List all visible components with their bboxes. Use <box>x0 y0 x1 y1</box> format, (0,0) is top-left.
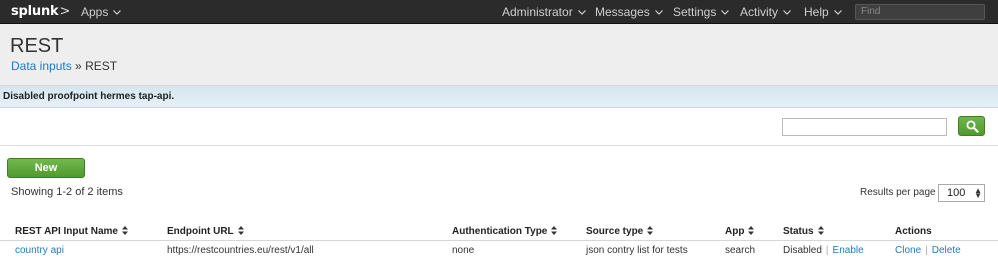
results-per-page-label: Results per page <box>860 187 936 198</box>
endpoint-url-cell: https://restcountries.eu/rest/v1/all <box>167 245 314 256</box>
top-nav-bar: splunk> Apps Administrator Messages Sett… <box>0 0 998 24</box>
column-header-auth-type[interactable]: Authentication Type <box>452 226 558 238</box>
enable-link[interactable]: Enable <box>833 245 864 256</box>
find-input[interactable]: Find <box>855 4 985 20</box>
message-bar: Disabled proofpoint hermes tap-api. <box>0 86 998 108</box>
column-header-endpoint[interactable]: Endpoint URL <box>167 226 244 238</box>
sort-icon <box>237 226 244 235</box>
nav-activity-menu[interactable]: Activity <box>740 0 791 24</box>
filter-row <box>0 108 998 146</box>
page-header: REST Data inputs » REST <box>0 24 998 86</box>
breadcrumb-separator: » <box>75 59 82 73</box>
search-icon <box>966 120 979 133</box>
table-row: country api https://restcountries.eu/res… <box>0 242 998 259</box>
action-separator: | <box>825 245 829 256</box>
nav-settings-label: Settings <box>673 5 717 19</box>
chevron-down-icon <box>721 10 730 15</box>
sort-icon <box>817 226 824 235</box>
table-header: REST API Input Name Endpoint URL Authent… <box>0 224 998 241</box>
chevron-down-icon <box>654 10 663 15</box>
column-header-app[interactable]: App <box>725 226 755 238</box>
new-button[interactable]: New <box>7 158 85 178</box>
nav-settings-menu[interactable]: Settings <box>673 0 730 24</box>
sort-icon <box>647 226 654 235</box>
sort-icon <box>551 226 558 235</box>
input-name-link[interactable]: country api <box>15 245 64 257</box>
message-text: Disabled proofpoint hermes tap-api. <box>3 91 175 102</box>
chevron-down-icon <box>783 10 791 15</box>
chevron-down-icon <box>833 10 842 15</box>
logo-text: splunk <box>11 4 59 19</box>
source-type-cell: json contry list for tests <box>586 245 688 256</box>
column-header-label: Status <box>783 226 814 237</box>
nav-administrator-label: Administrator <box>502 5 573 19</box>
app-cell: search <box>725 245 756 256</box>
status-text: Disabled <box>783 245 822 256</box>
nav-messages-label: Messages <box>595 5 650 19</box>
column-header-label: Authentication Type <box>452 226 548 237</box>
logo-chevron: > <box>59 4 71 19</box>
nav-messages-menu[interactable]: Messages <box>595 0 663 24</box>
page-title: REST <box>10 35 64 57</box>
column-header-label: REST API Input Name <box>15 226 118 237</box>
search-button[interactable] <box>958 116 985 136</box>
breadcrumb: Data inputs » REST <box>11 59 117 73</box>
delete-link[interactable]: Delete <box>932 245 961 256</box>
select-caret-icon: ▲ ▼ <box>974 186 982 200</box>
nav-help-label: Help <box>804 5 829 19</box>
column-header-source-type[interactable]: Source type <box>586 226 654 238</box>
action-separator: | <box>925 245 928 256</box>
status-cell: Disabled | Enable <box>783 245 864 257</box>
column-header-label: Endpoint URL <box>167 226 234 237</box>
nav-administrator-menu[interactable]: Administrator <box>502 0 586 24</box>
column-header-label: Source type <box>586 226 644 237</box>
nav-apps-label: Apps <box>81 5 109 19</box>
column-header-name[interactable]: REST API Input Name <box>15 226 128 238</box>
clone-link[interactable]: Clone <box>895 245 921 256</box>
sort-icon <box>121 226 128 235</box>
column-header-status[interactable]: Status <box>783 226 824 238</box>
breadcrumb-data-inputs-link[interactable]: Data inputs <box>11 59 72 73</box>
results-per-page-select[interactable]: 100 ▲ ▼ <box>938 184 985 202</box>
item-count-text: Showing 1-2 of 2 items <box>11 186 123 198</box>
nav-help-menu[interactable]: Help <box>804 0 842 24</box>
breadcrumb-current: REST <box>85 59 118 73</box>
column-header-actions: Actions <box>895 226 932 237</box>
auth-type-cell: none <box>452 245 475 256</box>
chevron-down-icon <box>113 10 122 15</box>
chevron-down-icon <box>577 10 586 15</box>
splunk-logo[interactable]: splunk> <box>11 3 70 21</box>
nav-apps-menu[interactable]: Apps <box>81 0 122 24</box>
actions-cell: Clone | Delete <box>895 245 961 257</box>
results-per-page-value: 100 <box>947 187 966 199</box>
filter-input[interactable] <box>782 118 947 136</box>
column-header-label: App <box>725 226 745 237</box>
nav-activity-label: Activity <box>740 5 779 19</box>
sort-icon <box>748 226 755 235</box>
